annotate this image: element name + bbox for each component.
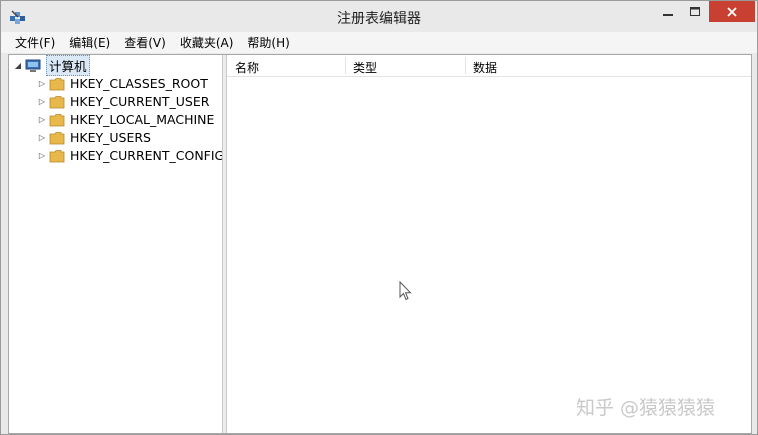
- column-divider[interactable]: [345, 57, 346, 74]
- menu-favorites[interactable]: 收藏夹(A): [172, 34, 240, 51]
- menu-bar: 文件(F) 编辑(E) 查看(V) 收藏夹(A) 帮助(H): [1, 32, 757, 53]
- folder-icon: [49, 149, 65, 162]
- window-title: 注册表编辑器: [337, 11, 421, 27]
- folder-icon: [49, 131, 65, 144]
- menu-view[interactable]: 查看(V): [116, 34, 172, 51]
- tree-item-label: HKEY_USERS: [70, 130, 151, 145]
- column-divider[interactable]: [465, 57, 466, 74]
- tree-item-label: HKEY_CURRENT_USER: [70, 94, 210, 109]
- tree-item-users[interactable]: ▷ HKEY_USERS: [37, 129, 151, 146]
- registry-tree[interactable]: ◢ 计算机 ▷ HKEY_CLASSES_ROOT ▷ HKEY_CURRENT…: [9, 55, 224, 433]
- tree-item-current-config[interactable]: ▷ HKEY_CURRENT_CONFIG: [37, 147, 224, 164]
- expand-arrow-icon[interactable]: ▷: [37, 111, 47, 128]
- main-panes: ◢ 计算机 ▷ HKEY_CLASSES_ROOT ▷ HKEY_CURRENT…: [8, 54, 752, 434]
- expand-arrow-icon[interactable]: ▷: [37, 75, 47, 92]
- tree-item-current-user[interactable]: ▷ HKEY_CURRENT_USER: [37, 93, 210, 110]
- computer-icon: [25, 59, 41, 72]
- maximize-icon: [690, 6, 700, 16]
- expand-arrow-icon[interactable]: ▷: [37, 93, 47, 110]
- tree-item-label: HKEY_LOCAL_MACHINE: [70, 112, 215, 127]
- close-icon: [727, 6, 737, 17]
- close-button[interactable]: [709, 1, 755, 22]
- expand-arrow-icon[interactable]: ▷: [37, 129, 47, 146]
- column-type[interactable]: 类型: [353, 59, 377, 76]
- collapse-arrow-icon[interactable]: ◢: [13, 57, 23, 74]
- minimize-button[interactable]: [653, 1, 683, 22]
- minimize-icon: [663, 13, 673, 16]
- folder-icon: [49, 95, 65, 108]
- tree-item-label: HKEY_CLASSES_ROOT: [70, 76, 208, 91]
- mouse-cursor-icon: [399, 281, 412, 301]
- menu-edit[interactable]: 编辑(E): [61, 34, 116, 51]
- column-name[interactable]: 名称: [235, 59, 259, 76]
- tree-item-classes-root[interactable]: ▷ HKEY_CLASSES_ROOT: [37, 75, 208, 92]
- watermark: 知乎 @猿猿猿猿: [576, 397, 716, 419]
- tree-item-local-machine[interactable]: ▷ HKEY_LOCAL_MACHINE: [37, 111, 215, 128]
- menu-help[interactable]: 帮助(H): [239, 34, 295, 51]
- title-bar[interactable]: 注册表编辑器: [1, 1, 757, 32]
- expand-arrow-icon[interactable]: ▷: [37, 147, 47, 164]
- tree-item-computer[interactable]: ◢ 计算机: [13, 55, 90, 76]
- value-list[interactable]: 名称 类型 数据: [227, 55, 751, 433]
- registry-editor-window: 注册表编辑器 文件(F) 编辑(E) 查看(V) 收藏夹(A) 帮助(H) ◢: [0, 0, 758, 435]
- tree-item-label: HKEY_CURRENT_CONFIG: [70, 148, 225, 163]
- list-header: 名称 类型 数据: [227, 55, 751, 77]
- maximize-button[interactable]: [683, 1, 707, 22]
- column-data[interactable]: 数据: [473, 59, 497, 76]
- folder-icon: [49, 77, 65, 90]
- menu-file[interactable]: 文件(F): [7, 34, 61, 51]
- folder-icon: [49, 113, 65, 126]
- tree-root-label: 计算机: [46, 55, 90, 76]
